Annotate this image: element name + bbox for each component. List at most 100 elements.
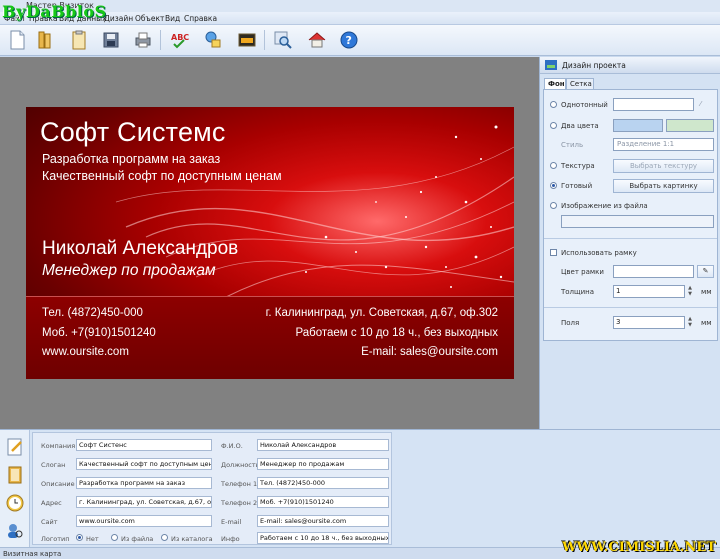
site-field[interactable]: www.oursite.com	[76, 515, 212, 527]
menu-view[interactable]: Вид	[165, 14, 180, 23]
card-company-name[interactable]: Софт Системс	[40, 117, 226, 148]
new-document-icon[interactable]	[6, 29, 28, 51]
texture-label: Текстура	[561, 162, 595, 170]
thickness-input[interactable]: 1	[613, 285, 685, 298]
design-panel: Дизайн проекта Фон Сетка Однотонный ⁄ Дв…	[539, 57, 720, 429]
watermark-bottom: WWW.CIMISLIA.NET	[562, 540, 716, 555]
card-position[interactable]: Менеджер по продажам	[42, 262, 216, 280]
radio-texture[interactable]	[550, 162, 557, 169]
tab-background[interactable]: Фон	[544, 78, 566, 89]
card-data-form: Компания Софт Систенс Слоган Качественны…	[32, 432, 392, 545]
fio-field[interactable]: Николай Александров	[257, 439, 389, 451]
two-colors-label: Два цвета	[561, 122, 599, 130]
card-description[interactable]: Качественный софт по доступным ценам	[42, 169, 282, 183]
logo-catalog-label: Из каталога	[171, 535, 213, 543]
canvas-area: Софт Системс Разработка программ на зака…	[0, 57, 539, 429]
card-person-name[interactable]: Николай Александров	[42, 238, 238, 260]
book-icon[interactable]	[4, 464, 26, 486]
open-folder-icon[interactable]	[34, 29, 56, 51]
menu-object[interactable]: Объект	[135, 14, 164, 23]
thickness-spinner[interactable]: ▲ ▼	[686, 285, 694, 298]
logo-catalog-radio[interactable]	[161, 534, 168, 541]
eyedropper-icon-disabled: ⁄	[700, 100, 702, 108]
margins-label: Поля	[561, 319, 580, 327]
home-icon[interactable]	[306, 29, 328, 51]
spellcheck-icon[interactable]: ABC	[168, 29, 190, 51]
solid-color-box[interactable]	[613, 98, 694, 111]
print-icon[interactable]	[132, 29, 154, 51]
fio-label: Ф.И.О.	[221, 442, 243, 450]
thickness-unit: мм	[701, 288, 712, 296]
site-label: Сайт	[41, 518, 58, 526]
design-panel-title: Дизайн проекта	[562, 61, 626, 70]
email-field[interactable]: E-mail: sales@oursite.com	[257, 515, 389, 527]
card-phone2[interactable]: Моб. +7(910)1501240	[42, 327, 156, 339]
business-card-preview[interactable]: Софт Системс Разработка программ на зака…	[26, 107, 514, 379]
toolbar: ABC ?	[0, 25, 720, 56]
design-panel-header: Дизайн проекта	[540, 57, 720, 74]
zoom-icon[interactable]	[272, 29, 294, 51]
phone2-field[interactable]: Моб. +7(910)1501240	[257, 496, 389, 508]
description-label: Описание	[41, 480, 75, 488]
svg-text:ABC: ABC	[171, 33, 189, 42]
radio-image-file[interactable]	[550, 202, 557, 209]
description-field[interactable]: Разработка программ на заказ	[76, 477, 212, 489]
company-field[interactable]: Софт Систенс	[76, 439, 212, 451]
style-select[interactable]: Разделение 1:1	[613, 138, 714, 151]
data-panel: Компания Софт Систенс Слоган Качественны…	[0, 429, 720, 548]
radio-two-colors[interactable]	[550, 122, 557, 129]
clipboard-icon[interactable]	[68, 29, 90, 51]
image-file-label: Изображение из файла	[561, 202, 648, 210]
phone1-field[interactable]: Тел. (4872)450-000	[257, 477, 389, 489]
logo-none-label: Нет	[86, 535, 99, 543]
color1-box[interactable]	[613, 119, 663, 132]
use-frame-label: Использовать рамку	[561, 249, 637, 257]
edit-text-icon[interactable]	[4, 436, 26, 458]
card-site[interactable]: www.oursite.com	[42, 346, 129, 358]
side-toolbar	[0, 430, 30, 548]
logo-file-radio[interactable]	[111, 534, 118, 541]
phone1-label: Телефон 1	[221, 480, 258, 488]
style-label: Стиль	[561, 141, 584, 149]
choose-texture-button[interactable]: Выбрать текстуру	[613, 159, 714, 173]
menu-help[interactable]: Справка	[184, 14, 217, 23]
use-frame-checkbox[interactable]	[550, 249, 557, 256]
margins-spinner[interactable]: ▲ ▼	[686, 316, 694, 329]
thickness-label: Толщина	[561, 288, 595, 296]
card-contact-band: Тел. (4872)450-000 Моб. +7(910)1501240 w…	[26, 296, 514, 379]
title-bar: Мастер Визиток	[0, 0, 720, 12]
card-hours[interactable]: Работаем с 10 до 18 ч., без выходных	[295, 327, 498, 339]
frame-color-box[interactable]	[613, 265, 694, 278]
background-options: Однотонный ⁄ Два цвета Стиль Разделение …	[543, 89, 718, 341]
info-field[interactable]: Работаем с 10 до 18 ч., без выходных	[257, 532, 389, 544]
choose-picture-button[interactable]: Выбрать картинку	[613, 179, 714, 193]
menu-design[interactable]: Дизайн	[104, 14, 133, 23]
image-icon[interactable]	[236, 29, 258, 51]
info-label: Инфо	[221, 535, 240, 543]
logo-none-radio[interactable]	[76, 534, 83, 541]
card-slogan[interactable]: Разработка программ на заказ	[42, 152, 220, 166]
logo-label: Логотип	[41, 535, 70, 543]
svg-text:?: ?	[346, 34, 352, 47]
card-address[interactable]: г. Калининград, ул. Советская, д.67, оф.…	[266, 307, 498, 319]
ready-label: Готовый	[561, 182, 593, 190]
eyedropper-icon[interactable]: ✎	[697, 265, 714, 278]
radio-solid[interactable]	[550, 101, 557, 108]
slogan-field[interactable]: Качественный софт по доступным ценам	[76, 458, 212, 470]
help-icon[interactable]: ?	[338, 29, 360, 51]
save-disk-icon[interactable]	[100, 29, 122, 51]
margins-unit: мм	[701, 319, 712, 327]
address-field[interactable]: г. Калининград, ул. Советская, д.67, оф.…	[76, 496, 212, 508]
status-text: Визитная карта	[3, 550, 62, 558]
margins-input[interactable]: 3	[613, 316, 685, 329]
radio-ready[interactable]	[550, 182, 557, 189]
image-file-path[interactable]	[561, 215, 714, 228]
user-search-icon[interactable]	[4, 520, 26, 542]
card-email[interactable]: E-mail: sales@oursite.com	[361, 346, 498, 358]
card-phone1[interactable]: Тел. (4872)450-000	[42, 307, 143, 319]
post-field[interactable]: Менеджер по продажам	[257, 458, 389, 470]
shapes-icon[interactable]	[202, 29, 224, 51]
color2-box[interactable]	[666, 119, 714, 132]
clock-icon[interactable]	[4, 492, 26, 514]
tab-grid[interactable]: Сетка	[566, 78, 594, 89]
